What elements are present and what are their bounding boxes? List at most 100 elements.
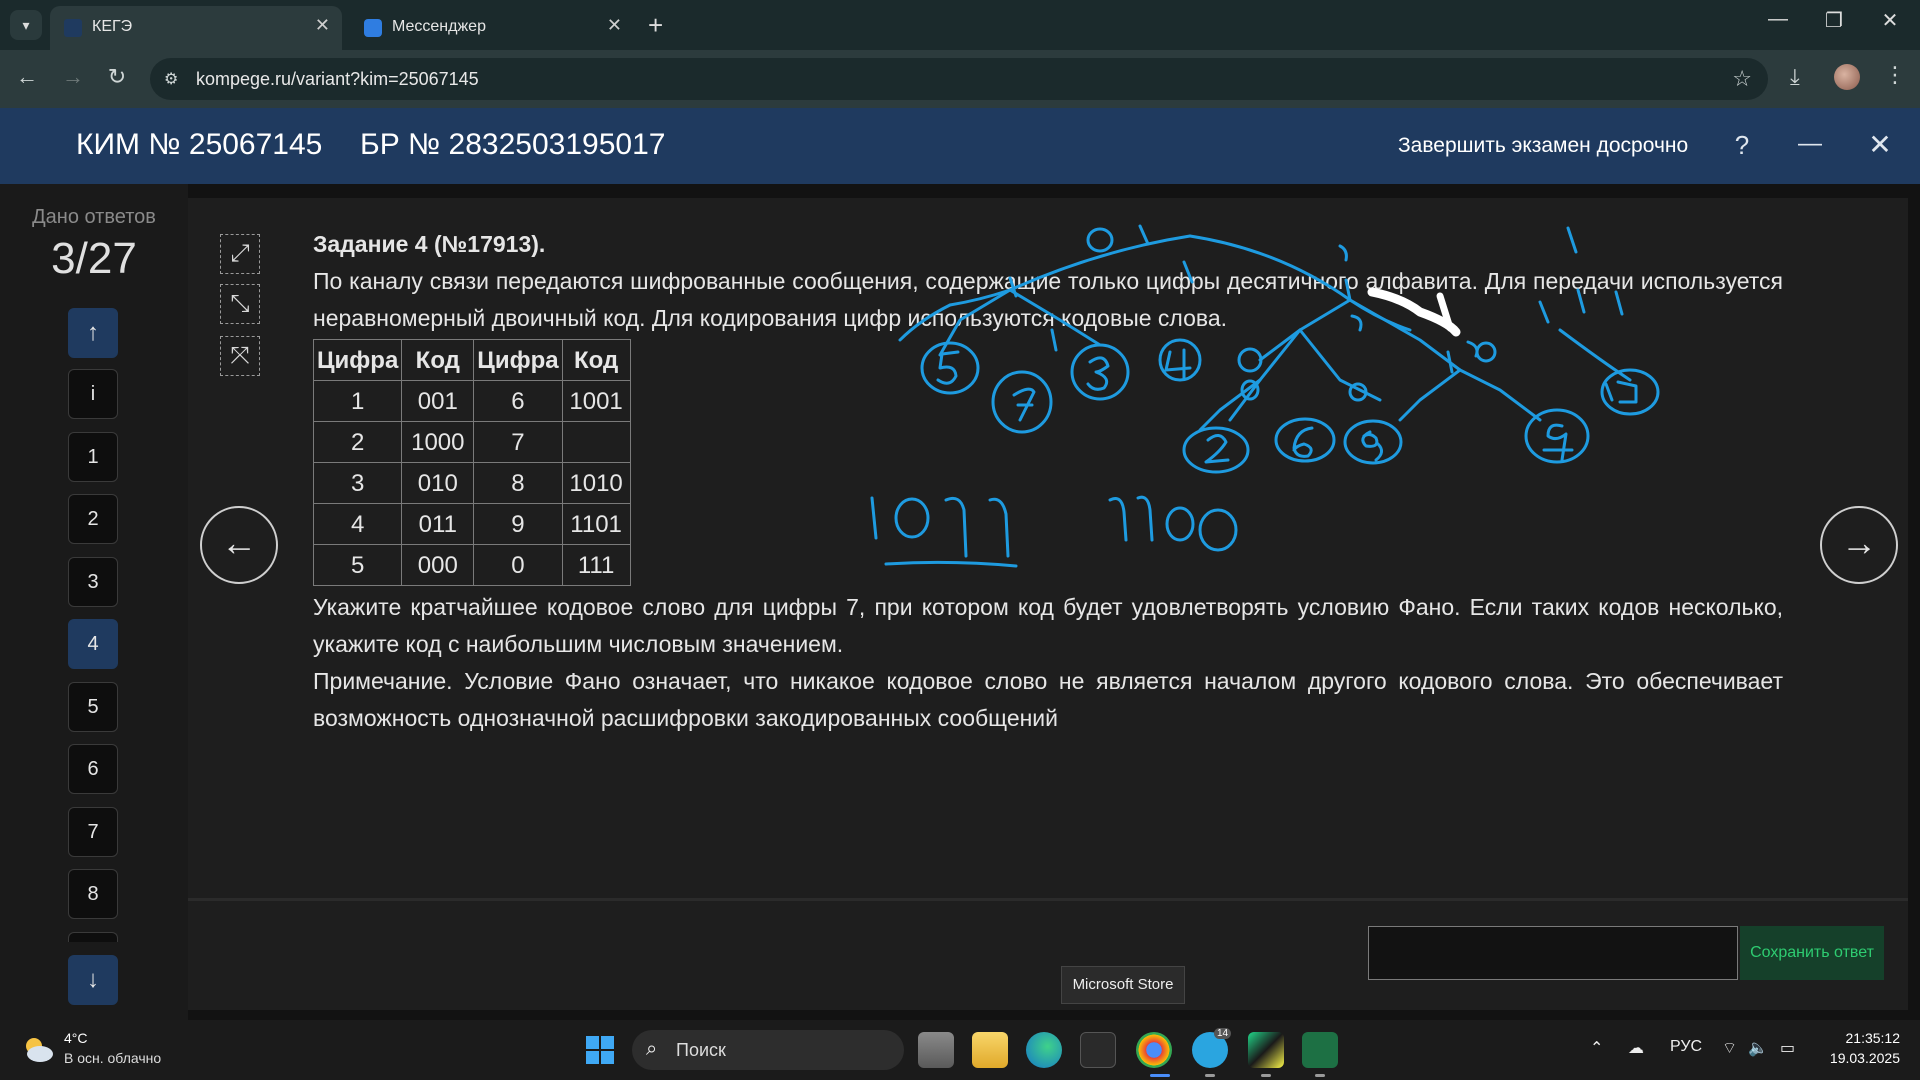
table-cell: 8 <box>473 462 563 504</box>
task-view-icon[interactable] <box>918 1032 954 1068</box>
clock-date[interactable]: 19.03.2025 <box>1812 1050 1900 1066</box>
finish-exam-button[interactable]: Завершить экзамен досрочно <box>1398 134 1688 158</box>
url-text[interactable]: kompege.ru/variant?kim=25067145 <box>196 69 479 90</box>
weather-cloud-icon[interactable] <box>20 1034 54 1064</box>
table-cell: 111 <box>561 544 631 586</box>
question-3-button[interactable]: 3 <box>68 557 118 607</box>
pycharm-icon[interactable] <box>1248 1032 1284 1068</box>
help-icon[interactable]: ? <box>1722 130 1762 161</box>
task-question: Укажите кратчайшее кодовое слово для циф… <box>313 594 1783 657</box>
answered-count: 3/27 <box>51 234 137 283</box>
search-icon: ⌕ <box>646 1038 658 1060</box>
question-1-button[interactable]: 1 <box>68 432 118 482</box>
file-explorer-icon[interactable] <box>972 1032 1008 1068</box>
edge-browser-icon[interactable] <box>1026 1032 1062 1068</box>
download-icon[interactable]: ⤓ <box>1790 64 1800 90</box>
save-answer-button[interactable]: Сохранить ответ <box>1740 926 1884 980</box>
onedrive-cloud-icon[interactable]: ☁ <box>1628 1038 1644 1058</box>
window-close-icon[interactable]: ✕ <box>1870 8 1910 33</box>
microsoft-store-icon[interactable] <box>1080 1032 1116 1068</box>
table-cell: 0 <box>473 544 563 586</box>
windows-start-icon[interactable] <box>582 1032 618 1068</box>
question-8-button[interactable]: 8 <box>68 869 118 919</box>
table-header: Цифра <box>312 339 403 381</box>
table-cell: 010 <box>401 462 475 504</box>
window-restore-icon[interactable]: ❐ <box>1814 8 1854 33</box>
tab-title: Мессенджер <box>392 18 486 35</box>
table-header-row: Цифра Код Цифра Код <box>312 339 631 381</box>
expand-view-icon[interactable]: ⤢ <box>220 234 260 274</box>
tab-close-icon[interactable]: ✕ <box>607 15 622 36</box>
telegram-running-indicator <box>1205 1074 1215 1077</box>
pycharm-running-indicator <box>1261 1074 1271 1077</box>
fullscreen-icon[interactable]: ⤡ <box>220 284 260 324</box>
next-task-button[interactable]: → <box>1820 506 1898 584</box>
exam-header: КИМ № 25067145 БР № 2832503195017 Заверш… <box>0 108 1920 184</box>
table-cell: 3 <box>312 462 403 504</box>
bookmark-star-icon[interactable]: ☆ <box>1732 66 1752 92</box>
scroll-up-button[interactable]: ↑ <box>68 308 118 358</box>
weather-description[interactable]: В осн. облачно <box>64 1050 161 1066</box>
search-placeholder: Поиск <box>676 1040 726 1060</box>
reload-icon[interactable]: ↻ <box>102 64 132 90</box>
tab-close-icon[interactable]: ✕ <box>315 15 330 36</box>
chrome-icon[interactable] <box>1136 1032 1172 1068</box>
question-6-button[interactable]: 6 <box>68 744 118 794</box>
question-7-button[interactable]: 7 <box>68 807 118 857</box>
task-panel: ⤢ ⤡ ⤧ ← → Задание 4 (№17913). По каналу … <box>188 198 1908 1010</box>
table-cell: 1001 <box>561 380 631 422</box>
table-cell: 5 <box>312 544 403 586</box>
question-info-button[interactable]: i <box>68 369 118 419</box>
question-4-button[interactable]: 4 <box>68 619 118 669</box>
table-cell: 000 <box>401 544 475 586</box>
kege-favicon-icon <box>64 19 82 37</box>
excel-running-indicator <box>1315 1074 1325 1077</box>
table-cell: 4 <box>312 503 403 545</box>
window-minimize-icon[interactable]: — <box>1758 8 1798 31</box>
taskbar-search[interactable]: ⌕ Поиск <box>632 1030 904 1070</box>
browser-menu-icon[interactable]: ⋮ <box>1884 62 1906 88</box>
table-row: 5 000 0 111 <box>312 544 631 586</box>
table-row: 3 010 8 1010 <box>312 462 631 504</box>
task-content: Задание 4 (№17913). По каналу связи пере… <box>312 226 1783 737</box>
profile-avatar[interactable] <box>1834 64 1860 90</box>
table-row: 4 011 9 1101 <box>312 503 631 545</box>
address-bar[interactable]: ⚙ kompege.ru/variant?kim=25067145 ☆ <box>150 58 1768 100</box>
site-info-icon[interactable]: ⚙ <box>164 69 184 89</box>
input-language[interactable]: РУС <box>1670 1038 1702 1056</box>
table-cell: 1 <box>312 380 403 422</box>
back-icon[interactable]: ← <box>12 64 42 90</box>
code-table: Цифра Код Цифра Код 1 001 6 1001 2 1000 … <box>312 339 631 586</box>
table-cell <box>561 421 631 463</box>
prev-task-button[interactable]: ← <box>200 506 278 584</box>
tab-title: КЕГЭ <box>92 18 133 35</box>
collapse-view-icon[interactable]: ⤧ <box>220 336 260 376</box>
table-header: Код <box>561 339 631 381</box>
wifi-icon[interactable]: ⌔ <box>1722 1038 1737 1058</box>
question-5-button[interactable]: 5 <box>68 682 118 732</box>
answer-input[interactable] <box>1368 926 1738 980</box>
question-2-button[interactable]: 2 <box>68 494 118 544</box>
close-icon[interactable]: ✕ <box>1860 128 1900 161</box>
browser-tabstrip: ▾ КЕГЭ ✕ Мессенджер ✕ + — ❐ ✕ <box>0 0 1920 50</box>
new-tab-button[interactable]: + <box>648 10 663 41</box>
question-9-button-partial[interactable] <box>68 932 118 942</box>
task-intro: По каналу связи передаются шифрованные с… <box>313 268 1783 331</box>
tray-overflow-chevron-icon[interactable]: ⌃ <box>1590 1038 1603 1058</box>
excel-icon[interactable] <box>1302 1032 1338 1068</box>
weather-temperature[interactable]: 4°C <box>64 1030 88 1046</box>
table-cell: 6 <box>473 380 563 422</box>
kim-number: КИМ № 25067145 <box>76 128 323 161</box>
minimize-icon[interactable]: — <box>1790 130 1830 158</box>
battery-icon[interactable]: ▭ <box>1780 1038 1795 1058</box>
forward-icon[interactable]: → <box>58 64 88 90</box>
clock-time[interactable]: 21:35:12 <box>1830 1030 1901 1046</box>
task-note: Примечание. Условие Фано означает, что н… <box>313 668 1783 731</box>
volume-icon[interactable]: 🔈 <box>1748 1038 1768 1058</box>
tab-messenger[interactable]: Мессенджер ✕ <box>350 6 634 50</box>
task-title: Задание 4 (№17913). <box>313 231 546 257</box>
tab-search-button[interactable]: ▾ <box>10 10 42 40</box>
table-cell: 1000 <box>401 421 475 463</box>
scroll-down-button[interactable]: ↓ <box>68 955 118 1005</box>
tab-kege[interactable]: КЕГЭ ✕ <box>50 6 342 50</box>
